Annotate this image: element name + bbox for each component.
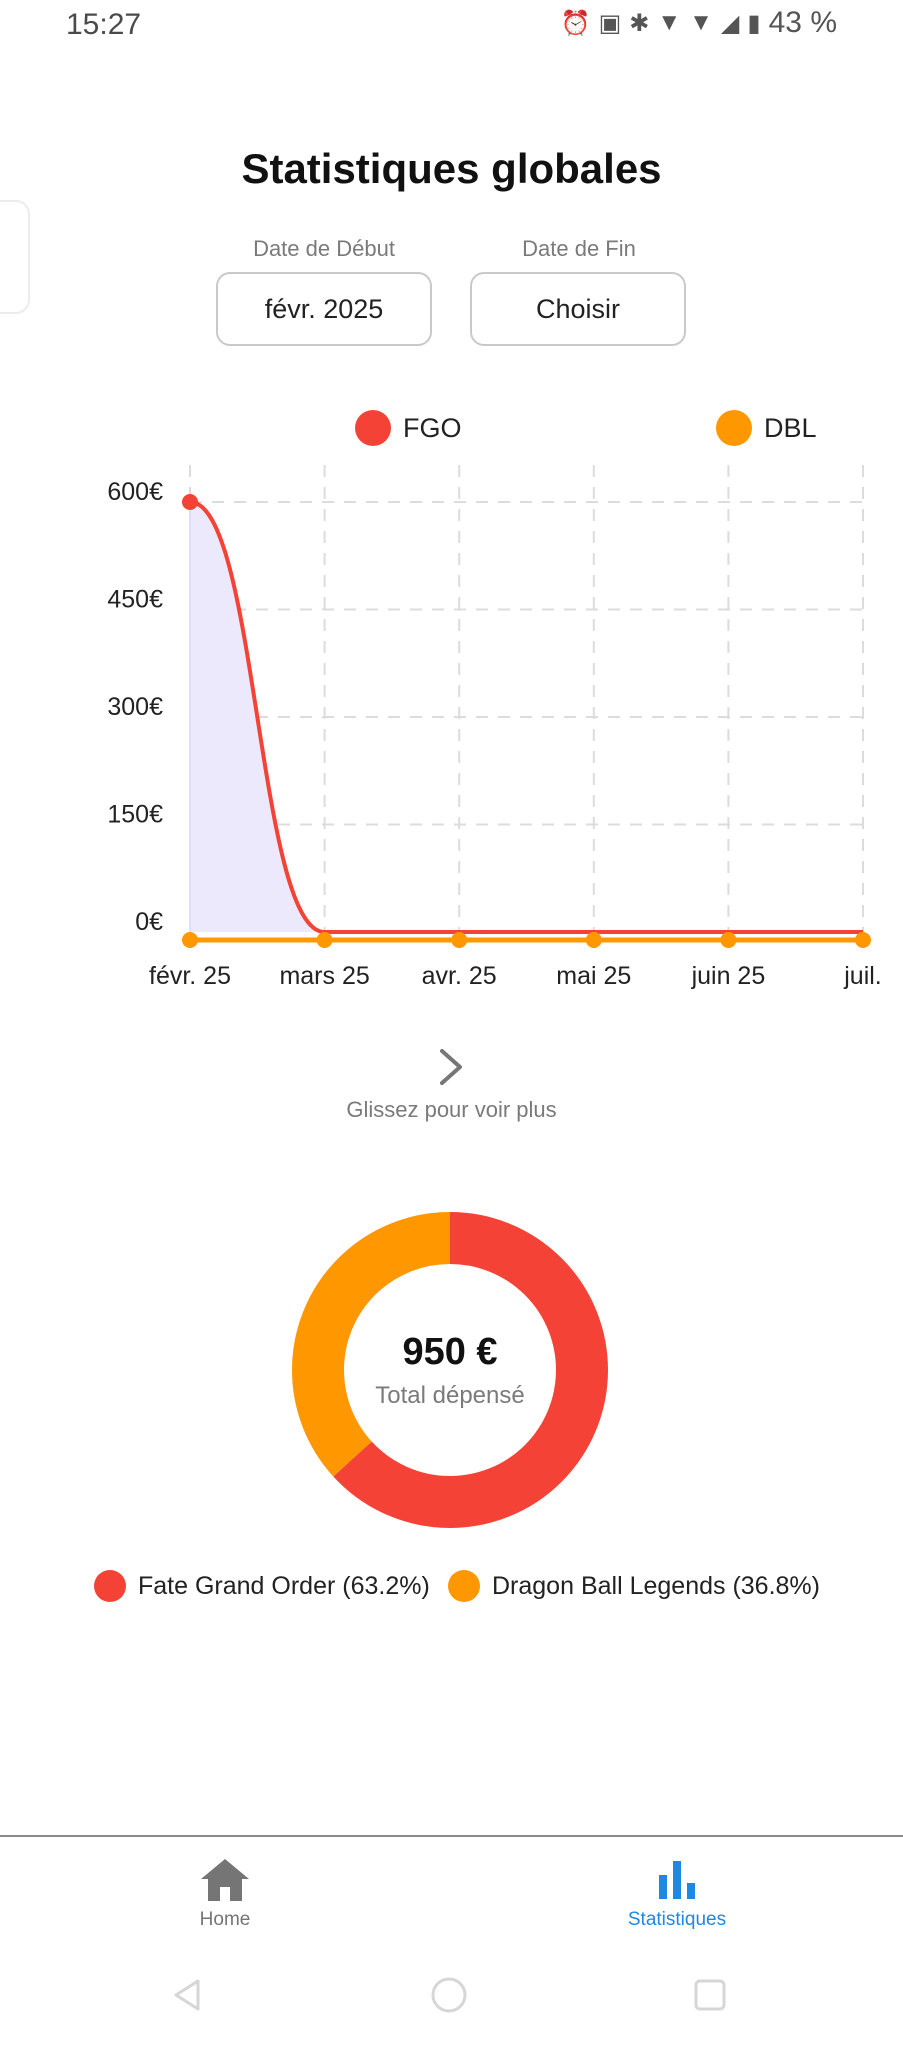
dbl-data-point xyxy=(316,932,333,948)
dbl-data-point xyxy=(451,932,468,948)
start-date-button[interactable]: févr. 2025 xyxy=(216,272,432,346)
bottom-navigation: Home Statistiques xyxy=(0,1835,903,1957)
x-tick-label: févr. 25 xyxy=(149,962,231,990)
pie-legend-dot-fgo xyxy=(94,1570,126,1602)
nav-item-statistiques[interactable]: Statistiques xyxy=(577,1857,777,1931)
pie-legend-dbl: Dragon Ball Legends (36.8%) xyxy=(448,1570,820,1602)
chevron-right-icon[interactable] xyxy=(432,1045,468,1089)
dbl-data-point xyxy=(585,932,602,948)
y-tick-label: 300€ xyxy=(107,693,163,721)
signal-icon: ◢ xyxy=(720,9,740,37)
legend-label-fgo: FGO xyxy=(403,412,462,443)
end-date-button[interactable]: Choisir xyxy=(470,272,686,346)
dbl-data-point xyxy=(855,932,871,948)
status-time: 15:27 xyxy=(66,8,142,41)
edge-panel-handle[interactable] xyxy=(0,200,30,314)
status-bar: 15:27 ⏰ ▣ ✱ ▼ ▼ ◢ ▮ 43 % xyxy=(0,0,903,56)
pie-legend-label-fgo: Fate Grand Order (63.2%) xyxy=(138,1571,430,1600)
legend-item-dbl[interactable]: DBL xyxy=(716,410,817,446)
home-icon xyxy=(201,1859,249,1901)
legend-dot-fgo xyxy=(355,410,391,446)
nav-label-statistiques: Statistiques xyxy=(627,1909,727,1930)
battery-icon: ▮ xyxy=(747,9,761,37)
y-tick-label: 0€ xyxy=(135,908,163,936)
x-tick-label: mai 25 xyxy=(556,962,631,990)
legend-dot-dbl xyxy=(716,410,752,446)
home-circle-icon[interactable] xyxy=(429,1975,469,2015)
pie-legend-fgo: Fate Grand Order (63.2%) xyxy=(94,1570,430,1602)
y-tick-label: 150€ xyxy=(107,801,163,829)
x-tick-label: juil. xyxy=(843,962,882,990)
fgo-data-point xyxy=(182,494,198,510)
dbl-data-point xyxy=(720,932,737,948)
recents-icon[interactable] xyxy=(690,1975,730,2015)
swipe-hint: Glissez pour voir plus xyxy=(346,1097,557,1122)
legend-item-fgo[interactable]: FGO xyxy=(355,410,462,446)
pie-legend-dot-dbl xyxy=(448,1570,480,1602)
x-tick-label: mars 25 xyxy=(279,962,369,990)
wifi-icon: ▼ xyxy=(657,9,682,36)
alarm-icon: ⏰ xyxy=(560,9,591,37)
nav-item-home[interactable]: Home xyxy=(125,1857,325,1931)
back-icon[interactable] xyxy=(168,1975,208,2015)
bar-chart-icon xyxy=(659,1861,695,1899)
x-tick-label: juin 25 xyxy=(691,962,766,990)
status-icons: ⏰ ▣ ✱ ▼ ▼ ◢ ▮ 43 % xyxy=(561,6,837,40)
spending-line-chart[interactable]: 0€ 150€ 300€ 450€ 600€ févr. 25 mars 25 avr. 25… xyxy=(0,450,903,1010)
y-tick-label: 450€ xyxy=(107,586,163,614)
dbl-data-point xyxy=(182,932,198,948)
bluetooth-icon: ✱ xyxy=(629,9,650,37)
x-tick-label: avr. 25 xyxy=(422,962,497,990)
auto-brightness-icon: ▣ xyxy=(598,9,622,37)
legend-label-dbl: DBL xyxy=(764,412,817,443)
pie-legend-label-dbl: Dragon Ball Legends (36.8%) xyxy=(492,1571,820,1600)
end-date-label: Date de Fin xyxy=(522,236,636,261)
battery-percentage: 43 % xyxy=(768,6,837,39)
wifi-secondary-icon: ▼ xyxy=(689,9,713,36)
nav-label-home: Home xyxy=(199,1909,251,1930)
y-tick-label: 600€ xyxy=(107,478,163,506)
spending-donut-chart[interactable] xyxy=(290,1210,610,1530)
start-date-label: Date de Début xyxy=(253,236,395,261)
page-title: Statistiques globales xyxy=(241,145,662,192)
